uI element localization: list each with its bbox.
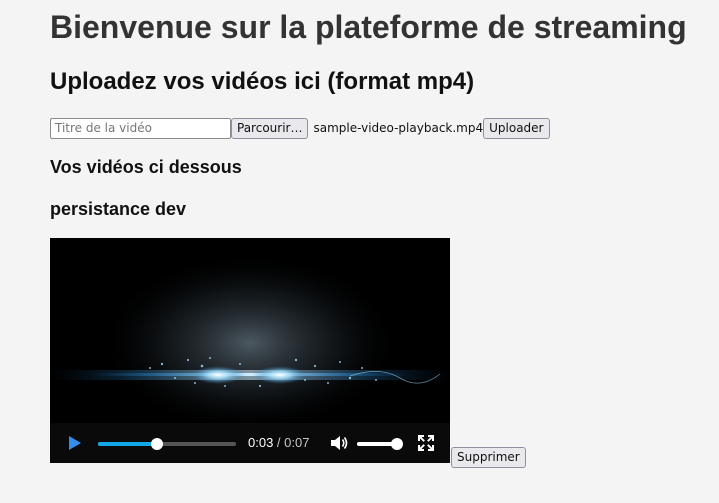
duration: 0:07 [284,435,310,450]
play-icon[interactable] [68,435,82,451]
volume-slider[interactable] [357,438,403,450]
volume-icon[interactable] [330,434,348,452]
video-frame[interactable] [50,238,450,423]
browse-button[interactable]: Parcourir… [231,117,309,139]
volume-handle[interactable] [391,438,403,450]
time-separator: / [273,435,285,450]
video-controls: 0:03 / 0:07 [50,423,450,463]
upload-button[interactable]: Uploader [483,117,550,139]
upload-heading: Uploadez vos vidéos ici (format mp4) [50,68,475,95]
progress-fill [98,442,158,446]
videos-heading: Vos vidéos ci dessous [50,157,242,177]
fullscreen-icon[interactable] [418,435,434,451]
selected-file-name: sample-video-playback.mp4 [313,121,484,135]
progress-handle[interactable] [151,438,164,450]
video-item-title: persistance dev [50,199,187,219]
video-player[interactable]: 0:03 / 0:07 [50,238,450,463]
page-title: Bienvenue sur la plateforme de streaming [50,9,687,45]
video-title-input[interactable] [50,117,231,139]
delete-video-button[interactable]: Supprimer [451,447,526,468]
progress-bar[interactable] [98,438,236,450]
current-time: 0:03 [248,435,274,450]
time-display: 0:03 / 0:07 [248,435,309,450]
page: Bienvenue sur la plateforme de streaming… [0,0,719,503]
upload-form: Parcourir… sample-video-playback.mp4 Upl… [50,117,550,139]
